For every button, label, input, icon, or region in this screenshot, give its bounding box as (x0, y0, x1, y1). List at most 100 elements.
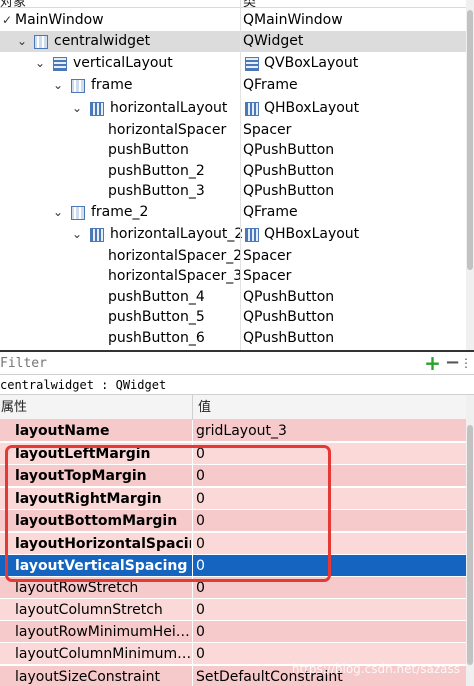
tree-item-pushbutton-2[interactable]: pushButton_2 QPushButton (0, 161, 466, 182)
tree-item-class: QPushButton (243, 309, 335, 325)
tree-item-frame-2[interactable]: ⌄ frame_2 QFrame (0, 202, 466, 223)
tree-item-name: horizontalSpacer_3 (108, 268, 243, 284)
property-row-layouthorizontalspacing[interactable]: layoutHorizontalSpacing 0 (0, 533, 466, 555)
tree-item-name: pushButton_6 (108, 330, 205, 346)
tree-item-name: MainWindow (15, 12, 104, 28)
tree-item-name: pushButton (108, 142, 189, 158)
watermark-text: https://blog.csdn.net/sazass (291, 662, 460, 676)
tree-item-name: pushButton_4 (108, 289, 205, 305)
tree-item-name: frame (91, 77, 133, 93)
tree-item-class: QFrame (243, 77, 298, 93)
scrollbar-thumb[interactable] (467, 425, 473, 665)
property-value[interactable]: 0 (196, 533, 205, 555)
property-row-layoutrightmargin[interactable]: layoutRightMargin 0 (0, 488, 466, 510)
tree-item-class: QPushButton (243, 183, 335, 199)
tree-item-pushbutton[interactable]: pushButton QPushButton (0, 140, 466, 161)
column-divider (240, 0, 241, 352)
property-value[interactable]: 0 (196, 621, 205, 643)
header-value[interactable]: 值 (198, 395, 211, 420)
collapse-arrow-icon[interactable]: ⌄ (15, 31, 29, 52)
tree-item-mainwindow[interactable]: ✓ MainWindow QMainWindow (0, 10, 466, 31)
property-value[interactable]: 0 (196, 643, 205, 665)
tree-item-name: pushButton_5 (108, 309, 205, 325)
property-scrollbar[interactable] (466, 395, 474, 686)
header-property[interactable]: 属性 (1, 395, 27, 420)
collapse-arrow-icon[interactable]: ⌄ (51, 75, 65, 96)
collapse-arrow-icon[interactable]: ⌄ (51, 202, 65, 223)
property-row-layoutcolumnstretch[interactable]: layoutColumnStretch 0 (0, 599, 466, 621)
cell-divider (192, 555, 193, 577)
property-value[interactable]: 0 (196, 599, 205, 621)
collapse-arrow-icon[interactable]: ⌄ (33, 53, 47, 74)
tree-item-horizontalspacer[interactable]: horizontalSpacer Spacer (0, 120, 466, 141)
tree-scrollbar[interactable] (466, 0, 474, 352)
tree-header-name[interactable]: 对象 (0, 0, 26, 7)
property-row-layouttopmargin[interactable]: layoutTopMargin 0 (0, 465, 466, 487)
property-value[interactable]: 0 (196, 555, 205, 577)
tree-item-class: QFrame (243, 204, 298, 220)
cell-divider (192, 465, 193, 487)
tree-item-class: QPushButton (243, 289, 335, 305)
tree-item-horizontallayout-2[interactable]: ⌄ horizontalLayout_2 QHBoxLayout (0, 224, 466, 245)
property-row-layoutverticalspacing[interactable]: layoutVerticalSpacing 0 (0, 555, 466, 577)
tree-item-horizontallayout[interactable]: ⌄ horizontalLayout QHBoxLayout (0, 98, 466, 119)
more-options-icon[interactable]: ⋮ (460, 355, 472, 372)
tree-item-name: horizontalSpacer_2 (108, 248, 243, 264)
cell-divider (192, 621, 193, 643)
tree-item-horizontalspacer-3[interactable]: horizontalSpacer_3 Spacer (0, 266, 466, 287)
tree-item-verticallayout[interactable]: ⌄ verticalLayout QVBoxLayout (0, 53, 466, 74)
tree-item-pushbutton-4[interactable]: pushButton_4 QPushButton (0, 287, 466, 308)
tree-item-class: QWidget (243, 33, 304, 49)
tree-item-pushbutton-3[interactable]: pushButton_3 QPushButton (0, 181, 466, 202)
tree-item-horizontalspacer-2[interactable]: horizontalSpacer_2 Spacer (0, 246, 466, 267)
tree-item-class: QMainWindow (243, 12, 343, 28)
property-value[interactable]: 0 (196, 465, 205, 487)
scrollbar-thumb[interactable] (467, 10, 473, 270)
tree-item-class: QPushButton (243, 142, 335, 158)
property-row-layoutrowminimumheight[interactable]: layoutRowMinimumHei… 0 (0, 621, 466, 643)
property-row-layoutbottommargin[interactable]: layoutBottomMargin 0 (0, 510, 466, 532)
property-row-layoutname[interactable]: layoutName gridLayout_3 (0, 420, 466, 442)
property-editor: 属性 值 layoutName gridLayout_3 layoutLeftM… (0, 395, 474, 686)
remove-property-button[interactable]: − (445, 354, 460, 372)
collapse-arrow-icon[interactable]: ⌄ (70, 98, 84, 119)
property-name: layoutColumnMinimum… (15, 646, 191, 662)
tree-header: 对象 类 (0, 0, 474, 8)
property-row-layoutrowstretch[interactable]: layoutRowStretch 0 (0, 577, 466, 599)
property-value[interactable]: 0 (196, 443, 205, 465)
property-name: layoutVerticalSpacing (15, 558, 188, 574)
tree-item-name: pushButton_2 (108, 163, 205, 179)
cell-divider (192, 420, 193, 442)
filter-input[interactable] (0, 354, 410, 373)
hbox-layout-icon (245, 102, 259, 116)
property-value[interactable]: gridLayout_3 (196, 420, 287, 442)
tree-item-class: QHBoxLayout (264, 100, 360, 116)
tree-item-class: QPushButton (243, 163, 335, 179)
frame-icon (71, 79, 85, 93)
object-inspector: 对象 类 ✓ MainWindow QMainWindow ⌄ centralw… (0, 0, 474, 352)
widget-icon (34, 35, 48, 49)
tree-item-frame[interactable]: ⌄ frame QFrame (0, 75, 466, 96)
property-value[interactable]: 0 (196, 488, 205, 510)
property-value[interactable]: 0 (196, 577, 205, 599)
tree-header-class[interactable]: 类 (243, 0, 256, 7)
tree-item-name: centralwidget (54, 33, 151, 49)
header-divider[interactable] (192, 395, 193, 420)
collapse-arrow-icon[interactable]: ⌄ (70, 224, 84, 245)
vbox-layout-icon (245, 57, 259, 71)
cell-divider (192, 443, 193, 465)
tree-item-name: horizontalSpacer (108, 122, 227, 138)
collapse-arrow-icon[interactable]: ✓ (0, 10, 14, 31)
tree-item-class: QPushButton (243, 330, 335, 346)
add-property-button[interactable]: + (424, 353, 441, 373)
tree-item-pushbutton-5[interactable]: pushButton_5 QPushButton (0, 307, 466, 328)
property-row-layoutleftmargin[interactable]: layoutLeftMargin 0 (0, 443, 466, 465)
tree-item-centralwidget[interactable]: ⌄ centralwidget QWidget (0, 31, 466, 52)
vbox-layout-icon (53, 57, 67, 71)
tree-item-pushbutton-6[interactable]: pushButton_6 QPushButton (0, 328, 466, 349)
tree-item-name: verticalLayout (73, 55, 173, 71)
tree-item-name: horizontalLayout (110, 100, 228, 116)
property-value[interactable]: 0 (196, 510, 205, 532)
property-name: layoutRowStretch (15, 580, 139, 596)
cell-divider (192, 643, 193, 665)
